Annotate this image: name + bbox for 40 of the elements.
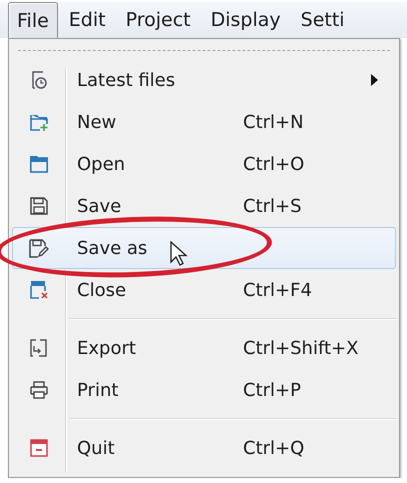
menu-item-label: Quit <box>77 438 115 458</box>
export-icon <box>30 339 48 357</box>
printer-icon <box>30 381 48 399</box>
shortcut-label: Ctrl+P <box>243 380 302 400</box>
shortcut-label: Ctrl+Shift+X <box>243 338 360 358</box>
menu-bar-item[interactable]: Project <box>116 2 200 38</box>
menu-item[interactable]: Latest files <box>12 59 396 101</box>
folder-icon <box>29 155 49 173</box>
menu-item-label: New <box>77 112 116 132</box>
floppy-pencil-icon <box>29 238 49 258</box>
menu-item[interactable]: Export Ctrl+Shift+X <box>12 327 396 369</box>
shortcut-label: Ctrl+O <box>243 154 306 174</box>
menu-item[interactable]: Save Ctrl+S <box>12 185 396 227</box>
menu-item-label: Open <box>77 154 126 174</box>
menu-bar-item[interactable]: Display <box>202 2 290 38</box>
shortcut-label: Ctrl+Q <box>243 438 306 458</box>
shortcut-label: Ctrl+S <box>243 196 303 216</box>
new-folder-icon <box>29 112 49 132</box>
clock-file-icon <box>30 70 48 90</box>
close-file-icon <box>29 280 49 300</box>
menu-item[interactable]: Open Ctrl+O <box>12 143 396 185</box>
menu-item[interactable]: Save as <box>12 227 396 269</box>
menu-item[interactable]: Quit Ctrl+Q <box>12 427 396 469</box>
menu-item[interactable]: Print Ctrl+P <box>12 369 396 411</box>
shortcut-label: Ctrl+N <box>243 112 305 132</box>
mouse-pointer-icon <box>170 241 188 267</box>
menu-item[interactable]: Close Ctrl+F4 <box>12 269 396 311</box>
menu-bar-item[interactable]: Edit <box>60 2 115 38</box>
menu-item-label: Export <box>77 338 136 358</box>
menu-item-label: Close <box>77 280 126 300</box>
menu-item[interactable]: New Ctrl+N <box>12 101 396 143</box>
submenu-arrow-icon <box>371 74 378 86</box>
menu-item-label: Print <box>77 380 118 400</box>
shortcut-label: Ctrl+F4 <box>243 280 313 300</box>
menu-item-label: Latest files <box>77 70 176 90</box>
menu-bar-item[interactable]: Setti <box>292 2 354 38</box>
menu-item-label: Save as <box>77 238 148 258</box>
menu-bar-item[interactable]: File <box>8 2 58 38</box>
window-minus-icon <box>30 439 48 457</box>
menu-item-label: Save <box>77 196 122 216</box>
